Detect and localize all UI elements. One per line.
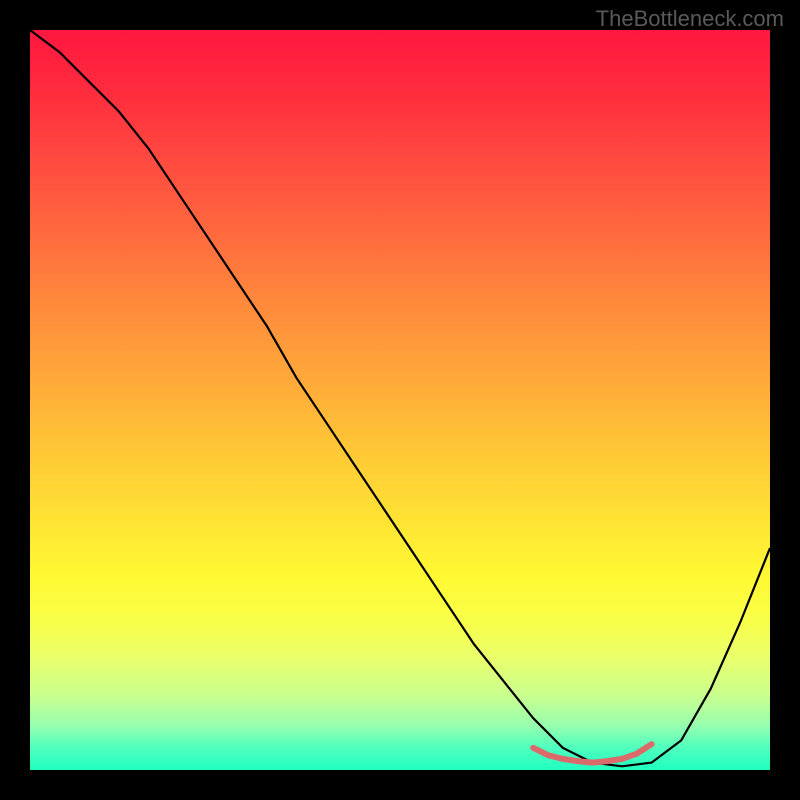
optimal-range-marker-line bbox=[533, 744, 651, 763]
watermark-text: TheBottleneck.com bbox=[596, 6, 784, 32]
chart-plot-area bbox=[30, 30, 770, 770]
chart-curve-layer bbox=[30, 30, 770, 770]
bottleneck-curve-line bbox=[30, 30, 770, 766]
